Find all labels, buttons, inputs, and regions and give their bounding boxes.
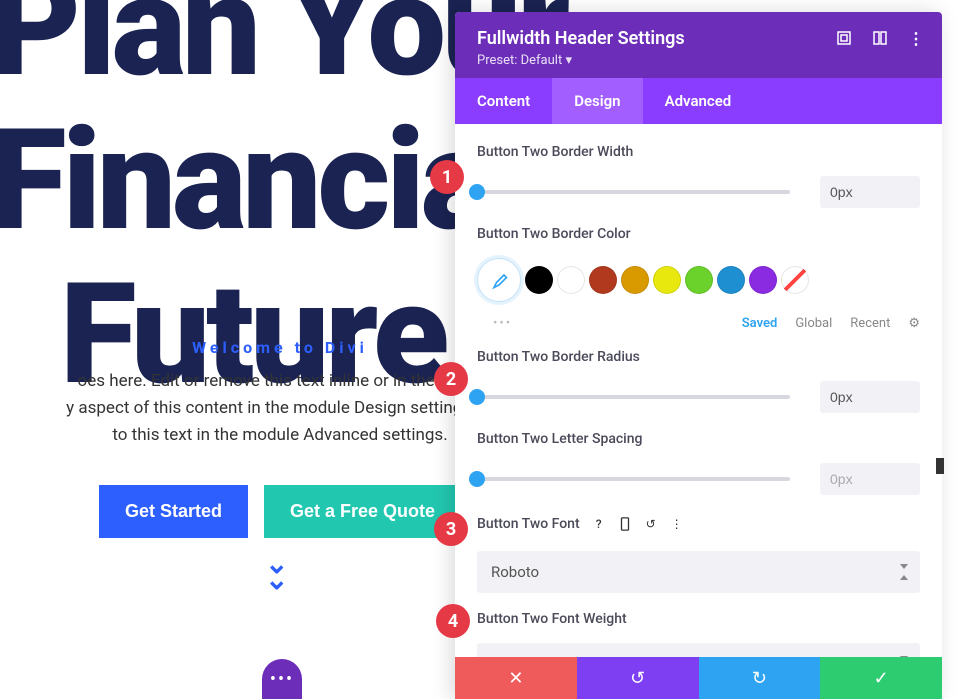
input-border-width[interactable]	[820, 176, 920, 208]
color-swatch[interactable]	[749, 266, 777, 294]
field-font: Button Two Font ? ↺ ⋮ Roboto	[477, 513, 920, 593]
reset-icon[interactable]: ↺	[640, 513, 662, 535]
scroll-down-icon[interactable]: ⌄⌄	[265, 557, 288, 587]
field-border-width: Button Two Border Width	[477, 144, 920, 208]
slider-thumb[interactable]	[469, 184, 485, 200]
snap-icon[interactable]	[872, 30, 888, 46]
label-font: Button Two Font ? ↺ ⋮	[477, 513, 920, 535]
field-border-color: Button Two Border Color ••• Saved Global	[477, 226, 920, 331]
color-swatch[interactable]	[621, 266, 649, 294]
field-letter-spacing: Button Two Letter Spacing	[477, 431, 920, 495]
expand-icon[interactable]	[836, 30, 852, 46]
slider-border-width[interactable]	[477, 190, 790, 194]
color-swatch[interactable]	[653, 266, 681, 294]
settings-panel: Fullwidth Header Settings Preset: Defaul…	[455, 12, 942, 699]
label-font-weight: Button Two Font Weight	[477, 611, 920, 627]
panel-tabs: Content Design Advanced	[455, 78, 942, 124]
tab-content[interactable]: Content	[455, 78, 552, 124]
field-font-weight: Button Two Font Weight Medium	[477, 611, 920, 657]
color-swatch[interactable]	[557, 266, 585, 294]
select-font[interactable]: Roboto	[477, 551, 920, 593]
slider-border-radius[interactable]	[477, 395, 790, 399]
responsive-icon[interactable]	[614, 513, 636, 535]
slider-thumb[interactable]	[469, 389, 485, 405]
panel-footer: ✕ ↺ ↻ ✓	[455, 657, 942, 699]
module-options-fab[interactable]: •••	[262, 659, 302, 699]
swatch-tab-recent[interactable]: Recent	[850, 316, 890, 331]
color-swatch-none[interactable]	[781, 266, 809, 294]
more-swatches-icon[interactable]: •••	[493, 316, 512, 331]
label-border-color: Button Two Border Color	[477, 226, 920, 242]
annotation-marker-4: 4	[436, 604, 470, 638]
select-font-weight[interactable]: Medium	[477, 643, 920, 657]
input-letter-spacing[interactable]	[820, 463, 920, 495]
slider-thumb[interactable]	[469, 471, 485, 487]
label-border-radius: Button Two Border Radius	[477, 349, 920, 365]
field-border-radius: Button Two Border Radius	[477, 349, 920, 413]
color-swatch[interactable]	[589, 266, 617, 294]
slider-letter-spacing[interactable]	[477, 477, 790, 481]
color-swatch[interactable]	[525, 266, 553, 294]
color-swatches: ••• Saved Global Recent ⚙	[477, 258, 920, 331]
swatch-tab-saved[interactable]: Saved	[742, 316, 778, 331]
annotation-marker-1: 1	[430, 160, 464, 194]
save-button[interactable]: ✓	[820, 657, 942, 699]
get-started-button[interactable]: Get Started	[99, 485, 248, 538]
close-button[interactable]: ✕	[455, 657, 577, 699]
scrollbar-thumb[interactable]	[936, 458, 944, 474]
tab-advanced[interactable]: Advanced	[643, 78, 754, 124]
color-swatch[interactable]	[685, 266, 713, 294]
kebab-icon[interactable]: ⋮	[666, 513, 688, 535]
redo-button[interactable]: ↻	[699, 657, 821, 699]
panel-preset-selector[interactable]: Preset: Default ▾	[477, 53, 920, 68]
gear-icon[interactable]: ⚙	[908, 316, 920, 331]
input-border-radius[interactable]	[820, 381, 920, 413]
label-letter-spacing: Button Two Letter Spacing	[477, 431, 920, 447]
kebab-menu-icon[interactable]: ⋮	[908, 30, 924, 46]
help-icon[interactable]: ?	[588, 513, 610, 535]
undo-button[interactable]: ↺	[577, 657, 699, 699]
color-swatch[interactable]	[717, 266, 745, 294]
eyedropper-icon[interactable]	[477, 258, 521, 302]
panel-header: Fullwidth Header Settings Preset: Defaul…	[455, 12, 942, 78]
annotation-marker-3: 3	[434, 512, 468, 546]
get-quote-button[interactable]: Get a Free Quote	[264, 485, 461, 538]
panel-body[interactable]: Button Two Border Width Button Two Borde…	[455, 124, 942, 657]
swatch-tab-global[interactable]: Global	[795, 316, 832, 331]
tab-design[interactable]: Design	[552, 78, 642, 124]
annotation-marker-2: 2	[434, 362, 468, 396]
label-border-width: Button Two Border Width	[477, 144, 920, 160]
